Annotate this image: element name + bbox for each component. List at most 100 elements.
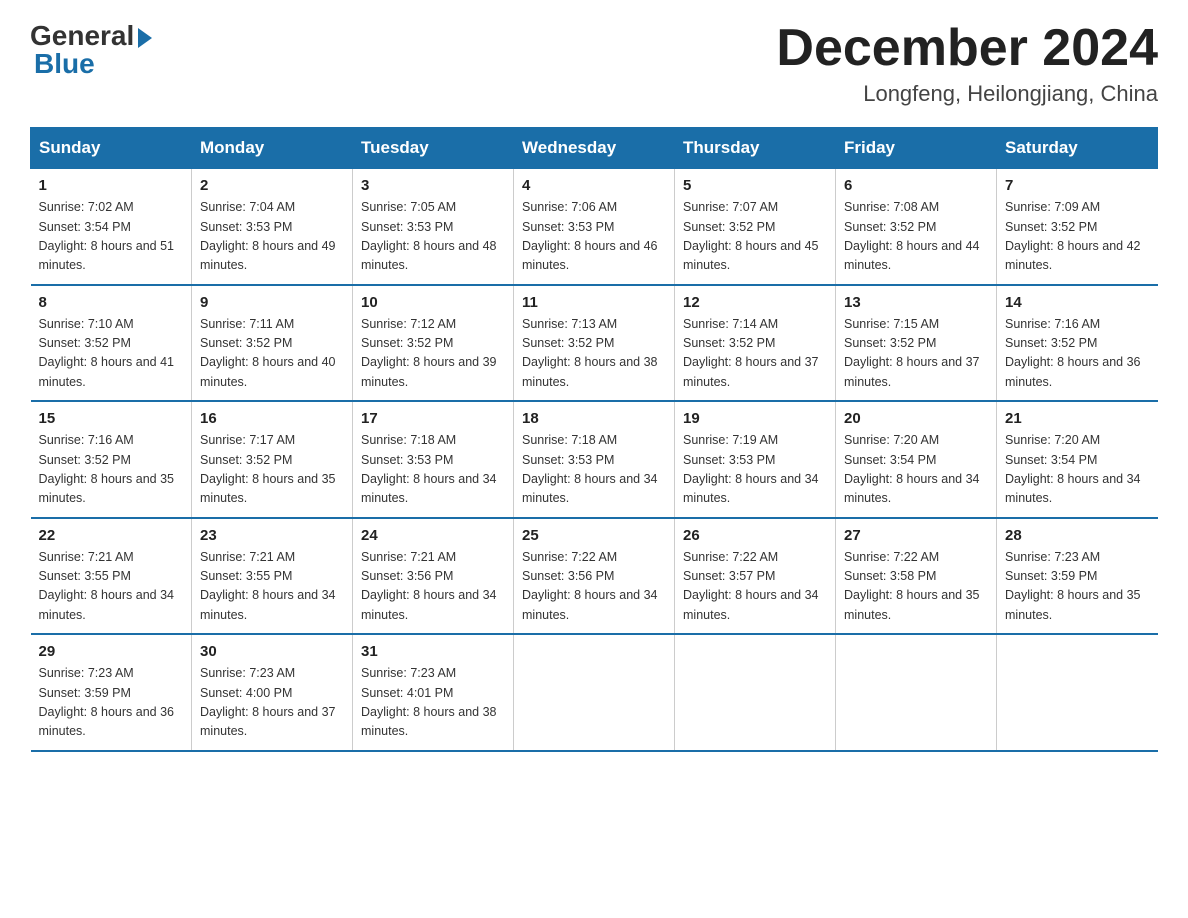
calendar-cell	[514, 634, 675, 751]
calendar-body: 1Sunrise: 7:02 AMSunset: 3:54 PMDaylight…	[31, 169, 1158, 751]
calendar-cell: 30 Sunrise: 7:23 AMSunset: 4:00 PMDayligh…	[192, 634, 353, 751]
day-number: 31	[361, 643, 505, 660]
day-number: 23	[200, 527, 344, 544]
calendar-cell: 20Sunrise: 7:20 AMSunset: 3:54 PMDayligh…	[836, 401, 997, 518]
day-number: 14	[1005, 294, 1150, 311]
weekday-header-row: SundayMondayTuesdayWednesdayThursdayFrid…	[31, 128, 1158, 169]
day-info: Sunrise: 7:12 AMSunset: 3:52 PMDaylight:…	[361, 315, 505, 393]
day-number: 13	[844, 294, 988, 311]
day-info: Sunrise: 7:23 AMSunset: 3:59 PMDaylight:…	[1005, 548, 1150, 626]
calendar-cell: 22Sunrise: 7:21 AMSunset: 3:55 PMDayligh…	[31, 518, 192, 635]
day-number: 16	[200, 410, 344, 427]
calendar-cell: 13 Sunrise: 7:15 AMSunset: 3:52 PMDayligh…	[836, 285, 997, 402]
day-info: Sunrise: 7:02 AMSunset: 3:54 PMDaylight:…	[39, 198, 184, 276]
day-number: 9	[200, 294, 344, 311]
day-info: Sunrise: 7:08 AMSunset: 3:52 PMDaylight:…	[844, 198, 988, 276]
calendar-cell: 26Sunrise: 7:22 AMSunset: 3:57 PMDayligh…	[675, 518, 836, 635]
day-info: Sunrise: 7:21 AMSunset: 3:55 PMDaylight:…	[200, 548, 344, 626]
day-info: Sunrise: 7:22 AMSunset: 3:56 PMDaylight:…	[522, 548, 666, 626]
day-info: Sunrise: 7:17 AMSunset: 3:52 PMDaylight:…	[200, 431, 344, 509]
calendar-cell: 5 Sunrise: 7:07 AMSunset: 3:52 PMDaylight…	[675, 169, 836, 285]
calendar-cell: 12 Sunrise: 7:14 AMSunset: 3:52 PMDayligh…	[675, 285, 836, 402]
day-number: 11	[522, 294, 666, 311]
calendar-cell: 9 Sunrise: 7:11 AMSunset: 3:52 PMDaylight…	[192, 285, 353, 402]
day-number: 15	[39, 410, 184, 427]
logo-arrow-icon	[138, 28, 152, 48]
weekday-header-saturday: Saturday	[997, 128, 1158, 169]
day-info: Sunrise: 7:05 AMSunset: 3:53 PMDaylight:…	[361, 198, 505, 276]
day-info: Sunrise: 7:16 AMSunset: 3:52 PMDaylight:…	[39, 431, 184, 509]
calendar-week-row: 8 Sunrise: 7:10 AMSunset: 3:52 PMDaylight…	[31, 285, 1158, 402]
title-block: December 2024 Longfeng, Heilongjiang, Ch…	[776, 20, 1158, 107]
logo: General Blue	[30, 20, 152, 80]
day-info: Sunrise: 7:20 AMSunset: 3:54 PMDaylight:…	[1005, 431, 1150, 509]
calendar-cell: 1Sunrise: 7:02 AMSunset: 3:54 PMDaylight…	[31, 169, 192, 285]
calendar-cell: 15 Sunrise: 7:16 AMSunset: 3:52 PMDayligh…	[31, 401, 192, 518]
calendar-cell: 2 Sunrise: 7:04 AMSunset: 3:53 PMDaylight…	[192, 169, 353, 285]
calendar-week-row: 15 Sunrise: 7:16 AMSunset: 3:52 PMDayligh…	[31, 401, 1158, 518]
day-info: Sunrise: 7:07 AMSunset: 3:52 PMDaylight:…	[683, 198, 827, 276]
calendar-cell: 28 Sunrise: 7:23 AMSunset: 3:59 PMDayligh…	[997, 518, 1158, 635]
calendar-cell: 4Sunrise: 7:06 AMSunset: 3:53 PMDaylight…	[514, 169, 675, 285]
day-number: 12	[683, 294, 827, 311]
day-info: Sunrise: 7:06 AMSunset: 3:53 PMDaylight:…	[522, 198, 666, 276]
page-header: General Blue December 2024 Longfeng, Hei…	[30, 20, 1158, 107]
day-info: Sunrise: 7:04 AMSunset: 3:53 PMDaylight:…	[200, 198, 344, 276]
day-number: 10	[361, 294, 505, 311]
calendar-cell: 18 Sunrise: 7:18 AMSunset: 3:53 PMDayligh…	[514, 401, 675, 518]
day-info: Sunrise: 7:18 AMSunset: 3:53 PMDaylight:…	[522, 431, 666, 509]
day-info: Sunrise: 7:10 AMSunset: 3:52 PMDaylight:…	[39, 315, 184, 393]
day-number: 7	[1005, 177, 1150, 194]
calendar-header: SundayMondayTuesdayWednesdayThursdayFrid…	[31, 128, 1158, 169]
calendar-cell: 21Sunrise: 7:20 AMSunset: 3:54 PMDayligh…	[997, 401, 1158, 518]
weekday-header-monday: Monday	[192, 128, 353, 169]
calendar-cell: 31Sunrise: 7:23 AMSunset: 4:01 PMDayligh…	[353, 634, 514, 751]
weekday-header-thursday: Thursday	[675, 128, 836, 169]
day-info: Sunrise: 7:22 AMSunset: 3:57 PMDaylight:…	[683, 548, 827, 626]
day-info: Sunrise: 7:22 AMSunset: 3:58 PMDaylight:…	[844, 548, 988, 626]
day-number: 3	[361, 177, 505, 194]
day-number: 30	[200, 643, 344, 660]
month-year-title: December 2024	[776, 20, 1158, 77]
day-number: 6	[844, 177, 988, 194]
day-info: Sunrise: 7:19 AMSunset: 3:53 PMDaylight:…	[683, 431, 827, 509]
weekday-header-tuesday: Tuesday	[353, 128, 514, 169]
day-number: 17	[361, 410, 505, 427]
day-info: Sunrise: 7:11 AMSunset: 3:52 PMDaylight:…	[200, 315, 344, 393]
calendar-cell: 6 Sunrise: 7:08 AMSunset: 3:52 PMDaylight…	[836, 169, 997, 285]
day-number: 29	[39, 643, 184, 660]
calendar-cell: 25 Sunrise: 7:22 AMSunset: 3:56 PMDayligh…	[514, 518, 675, 635]
day-info: Sunrise: 7:23 AMSunset: 3:59 PMDaylight:…	[39, 664, 184, 742]
calendar-week-row: 22Sunrise: 7:21 AMSunset: 3:55 PMDayligh…	[31, 518, 1158, 635]
weekday-header-wednesday: Wednesday	[514, 128, 675, 169]
calendar-cell: 14 Sunrise: 7:16 AMSunset: 3:52 PMDayligh…	[997, 285, 1158, 402]
day-number: 5	[683, 177, 827, 194]
day-number: 8	[39, 294, 184, 311]
calendar-cell: 8 Sunrise: 7:10 AMSunset: 3:52 PMDaylight…	[31, 285, 192, 402]
day-number: 18	[522, 410, 666, 427]
day-number: 27	[844, 527, 988, 544]
day-number: 2	[200, 177, 344, 194]
day-info: Sunrise: 7:14 AMSunset: 3:52 PMDaylight:…	[683, 315, 827, 393]
calendar-cell	[836, 634, 997, 751]
calendar-week-row: 29 Sunrise: 7:23 AMSunset: 3:59 PMDayligh…	[31, 634, 1158, 751]
day-number: 25	[522, 527, 666, 544]
day-number: 24	[361, 527, 505, 544]
calendar-cell: 29 Sunrise: 7:23 AMSunset: 3:59 PMDayligh…	[31, 634, 192, 751]
day-info: Sunrise: 7:18 AMSunset: 3:53 PMDaylight:…	[361, 431, 505, 509]
day-info: Sunrise: 7:15 AMSunset: 3:52 PMDaylight:…	[844, 315, 988, 393]
day-info: Sunrise: 7:23 AMSunset: 4:00 PMDaylight:…	[200, 664, 344, 742]
calendar-cell: 11Sunrise: 7:13 AMSunset: 3:52 PMDayligh…	[514, 285, 675, 402]
calendar-cell: 24Sunrise: 7:21 AMSunset: 3:56 PMDayligh…	[353, 518, 514, 635]
day-number: 28	[1005, 527, 1150, 544]
calendar-cell: 7Sunrise: 7:09 AMSunset: 3:52 PMDaylight…	[997, 169, 1158, 285]
calendar-table: SundayMondayTuesdayWednesdayThursdayFrid…	[30, 127, 1158, 752]
weekday-header-friday: Friday	[836, 128, 997, 169]
day-number: 20	[844, 410, 988, 427]
calendar-cell: 17 Sunrise: 7:18 AMSunset: 3:53 PMDayligh…	[353, 401, 514, 518]
day-info: Sunrise: 7:16 AMSunset: 3:52 PMDaylight:…	[1005, 315, 1150, 393]
day-info: Sunrise: 7:21 AMSunset: 3:55 PMDaylight:…	[39, 548, 184, 626]
calendar-cell	[675, 634, 836, 751]
calendar-cell: 27 Sunrise: 7:22 AMSunset: 3:58 PMDayligh…	[836, 518, 997, 635]
weekday-header-sunday: Sunday	[31, 128, 192, 169]
